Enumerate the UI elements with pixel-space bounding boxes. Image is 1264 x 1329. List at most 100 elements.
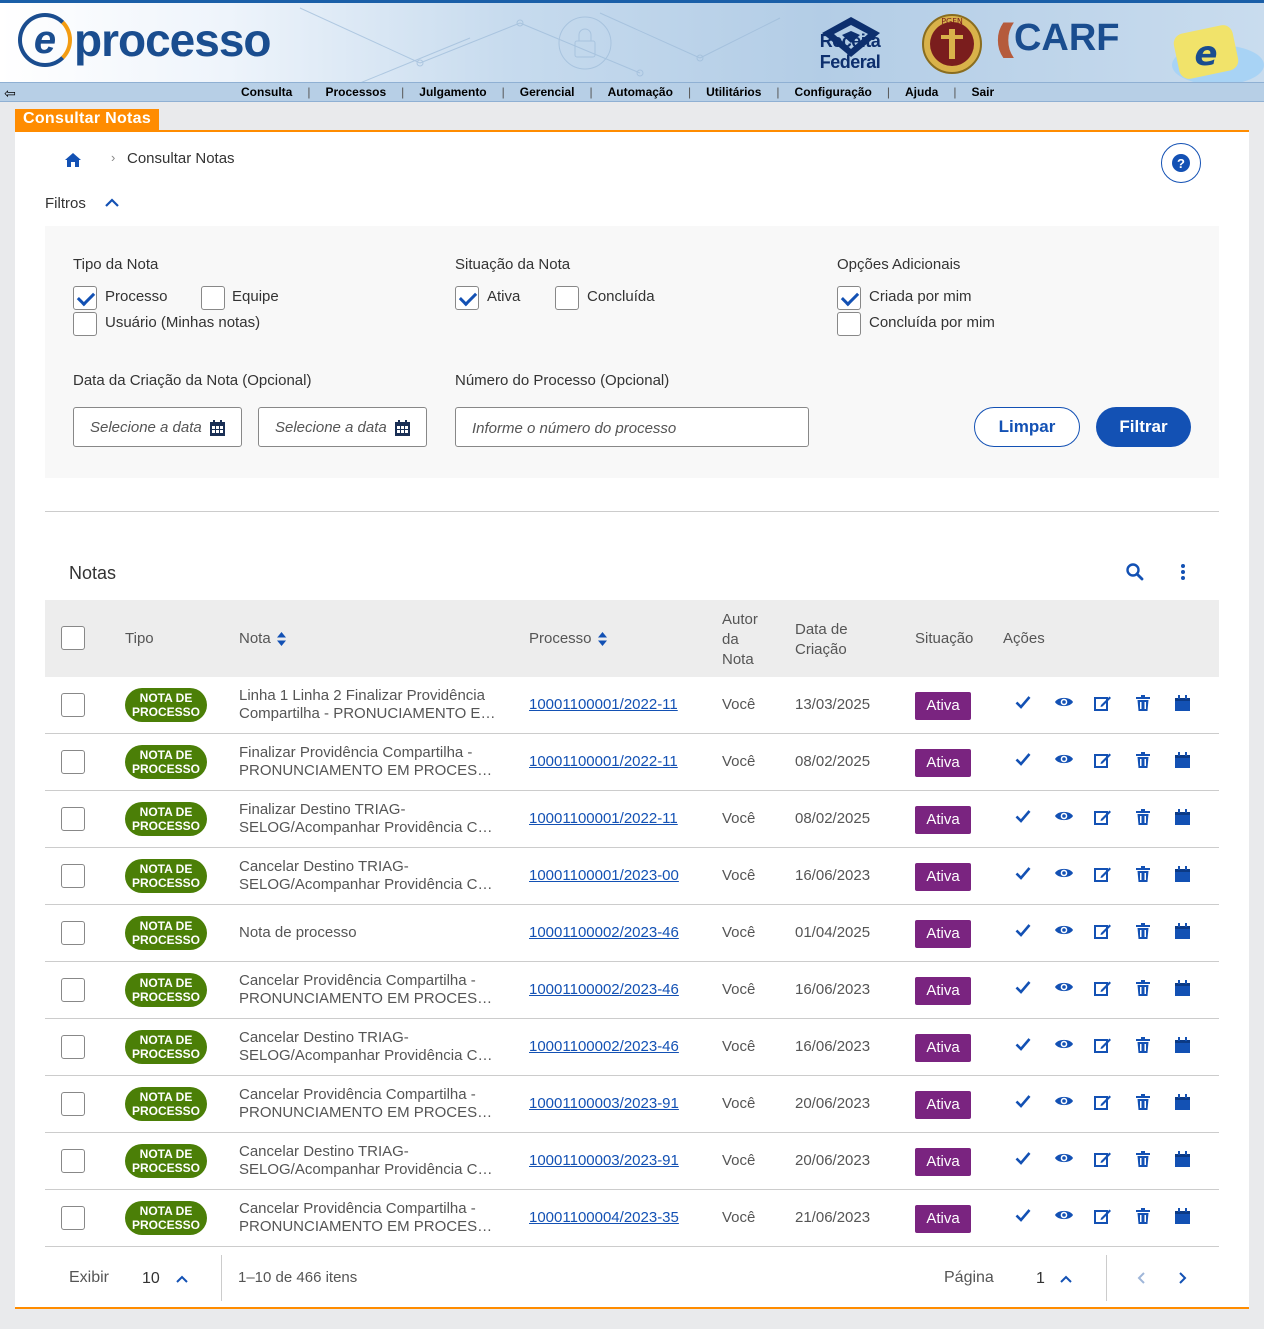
row-checkbox[interactable] [61, 921, 85, 945]
chevron-up-icon[interactable] [1060, 1272, 1072, 1290]
row-checkbox[interactable] [61, 693, 85, 717]
concluida-por-mim-checkbox[interactable] [837, 312, 861, 336]
check-icon[interactable] [1015, 809, 1031, 828]
trash-icon[interactable] [1136, 980, 1150, 1001]
row-checkbox[interactable] [61, 1035, 85, 1059]
select-all-checkbox[interactable] [61, 626, 85, 650]
calendar-icon[interactable] [1175, 695, 1190, 716]
menu-utilitarios[interactable]: Utilitários [691, 85, 776, 99]
eye-icon[interactable] [1054, 809, 1074, 828]
check-icon[interactable] [1015, 923, 1031, 942]
calendar-icon[interactable] [1175, 1208, 1190, 1229]
trash-icon[interactable] [1136, 1208, 1150, 1229]
table-row[interactable]: NOTA DE PROCESSO Cancelar Providência Comp… [45, 962, 1219, 1019]
check-icon[interactable] [1015, 980, 1031, 999]
menu-julgamento[interactable]: Julgamento [404, 85, 501, 99]
trash-icon[interactable] [1136, 809, 1150, 830]
chevron-up-icon[interactable] [176, 1272, 188, 1290]
search-icon[interactable] [1126, 563, 1144, 586]
eye-icon[interactable] [1054, 1151, 1074, 1170]
check-icon[interactable] [1015, 752, 1031, 771]
processo-link[interactable]: 10001100002/2023-46 [529, 1038, 679, 1055]
eprocesso-logo[interactable]: e processo [18, 13, 272, 67]
back-arrow-icon[interactable]: ⇦ [4, 85, 16, 102]
row-checkbox[interactable] [61, 978, 85, 1002]
trash-icon[interactable] [1136, 752, 1150, 773]
filtrar-button[interactable]: Filtrar [1096, 407, 1191, 447]
tipo-usuario-checkbox[interactable] [73, 312, 97, 336]
check-icon[interactable] [1015, 1208, 1031, 1227]
menu-sair[interactable]: Sair [956, 85, 1009, 99]
page-number-select[interactable]: 1 [1036, 1270, 1045, 1288]
eye-icon[interactable] [1054, 1208, 1074, 1227]
table-row[interactable]: NOTA DE PROCESSO Linha 1 Linha 2 Finalizar… [45, 677, 1219, 734]
table-row[interactable]: NOTA DE PROCESSO Cancelar Destino TRIAG- SE… [45, 1019, 1219, 1076]
sort-icon[interactable] [276, 632, 286, 647]
menu-configuracao[interactable]: Configuração [780, 85, 887, 99]
calendar-icon[interactable] [1175, 866, 1190, 887]
processo-link[interactable]: 10001100004/2023-35 [529, 1209, 679, 1226]
edit-icon[interactable] [1094, 923, 1112, 945]
edit-icon[interactable] [1094, 809, 1112, 831]
eye-icon[interactable] [1054, 923, 1074, 942]
table-row[interactable]: NOTA DE PROCESSO Cancelar Destino TRIAG- SE… [45, 1133, 1219, 1190]
row-checkbox[interactable] [61, 864, 85, 888]
trash-icon[interactable] [1136, 1037, 1150, 1058]
table-row[interactable]: NOTA DE PROCESSO Cancelar Providência Comp… [45, 1076, 1219, 1133]
date-start-input[interactable]: Selecione a data i [73, 407, 242, 447]
sort-icon[interactable] [597, 632, 607, 647]
calendar-icon[interactable] [1175, 809, 1190, 830]
tipo-processo-checkbox[interactable] [73, 286, 97, 310]
trash-icon[interactable] [1136, 1094, 1150, 1115]
check-icon[interactable] [1015, 1151, 1031, 1170]
edit-icon[interactable] [1094, 695, 1112, 717]
previous-page-icon[interactable] [1137, 1271, 1147, 1290]
column-header-processo[interactable]: Processo [529, 630, 607, 647]
table-row[interactable]: NOTA DE PROCESSO Finalizar Providência Com… [45, 734, 1219, 791]
eye-icon[interactable] [1054, 1094, 1074, 1113]
column-header-nota[interactable]: Nota [239, 630, 286, 647]
eye-icon[interactable] [1054, 752, 1074, 771]
row-checkbox[interactable] [61, 750, 85, 774]
processo-link[interactable]: 10001100003/2023-91 [529, 1152, 679, 1169]
situacao-ativa-checkbox[interactable] [455, 286, 479, 310]
check-icon[interactable] [1015, 1037, 1031, 1056]
check-icon[interactable] [1015, 866, 1031, 885]
calendar-icon[interactable] [1175, 923, 1190, 944]
processo-link[interactable]: 10001100002/2023-46 [529, 981, 679, 998]
processo-link[interactable]: 10001100001/2023-00 [529, 867, 679, 884]
processo-link[interactable]: 10001100003/2023-91 [529, 1095, 679, 1112]
trash-icon[interactable] [1136, 695, 1150, 716]
row-checkbox[interactable] [61, 1206, 85, 1230]
edit-icon[interactable] [1094, 1208, 1112, 1230]
edit-icon[interactable] [1094, 752, 1112, 774]
row-checkbox[interactable] [61, 1149, 85, 1173]
table-row[interactable]: NOTA DE PROCESSO Finalizar Destino TRIAG- S… [45, 791, 1219, 848]
calendar-icon[interactable] [210, 420, 225, 441]
home-icon[interactable] [64, 152, 82, 173]
chevron-up-icon[interactable] [104, 196, 120, 215]
date-end-input[interactable]: Selecione a data i [258, 407, 427, 447]
calendar-icon[interactable] [1175, 1151, 1190, 1172]
trash-icon[interactable] [1136, 1151, 1150, 1172]
calendar-icon[interactable] [395, 420, 410, 441]
processo-link[interactable]: 10001100001/2022-11 [529, 696, 678, 713]
edit-icon[interactable] [1094, 980, 1112, 1002]
table-row[interactable]: NOTA DE PROCESSO Cancelar Destino TRIAG- SE… [45, 848, 1219, 905]
check-icon[interactable] [1015, 695, 1031, 714]
menu-consulta[interactable]: Consulta [226, 85, 307, 99]
numero-processo-input[interactable]: Informe o número do processo [455, 407, 809, 447]
row-checkbox[interactable] [61, 1092, 85, 1116]
edit-icon[interactable] [1094, 1151, 1112, 1173]
check-icon[interactable] [1015, 1094, 1031, 1113]
menu-ajuda[interactable]: Ajuda [890, 85, 953, 99]
limpar-button[interactable]: Limpar [974, 407, 1080, 447]
calendar-icon[interactable] [1175, 1094, 1190, 1115]
processo-link[interactable]: 10001100001/2022-11 [529, 810, 678, 827]
situacao-concluida-checkbox[interactable] [555, 286, 579, 310]
edit-icon[interactable] [1094, 1094, 1112, 1116]
next-page-icon[interactable] [1177, 1271, 1187, 1290]
eye-icon[interactable] [1054, 866, 1074, 885]
edit-icon[interactable] [1094, 866, 1112, 888]
menu-automacao[interactable]: Automação [593, 85, 688, 99]
